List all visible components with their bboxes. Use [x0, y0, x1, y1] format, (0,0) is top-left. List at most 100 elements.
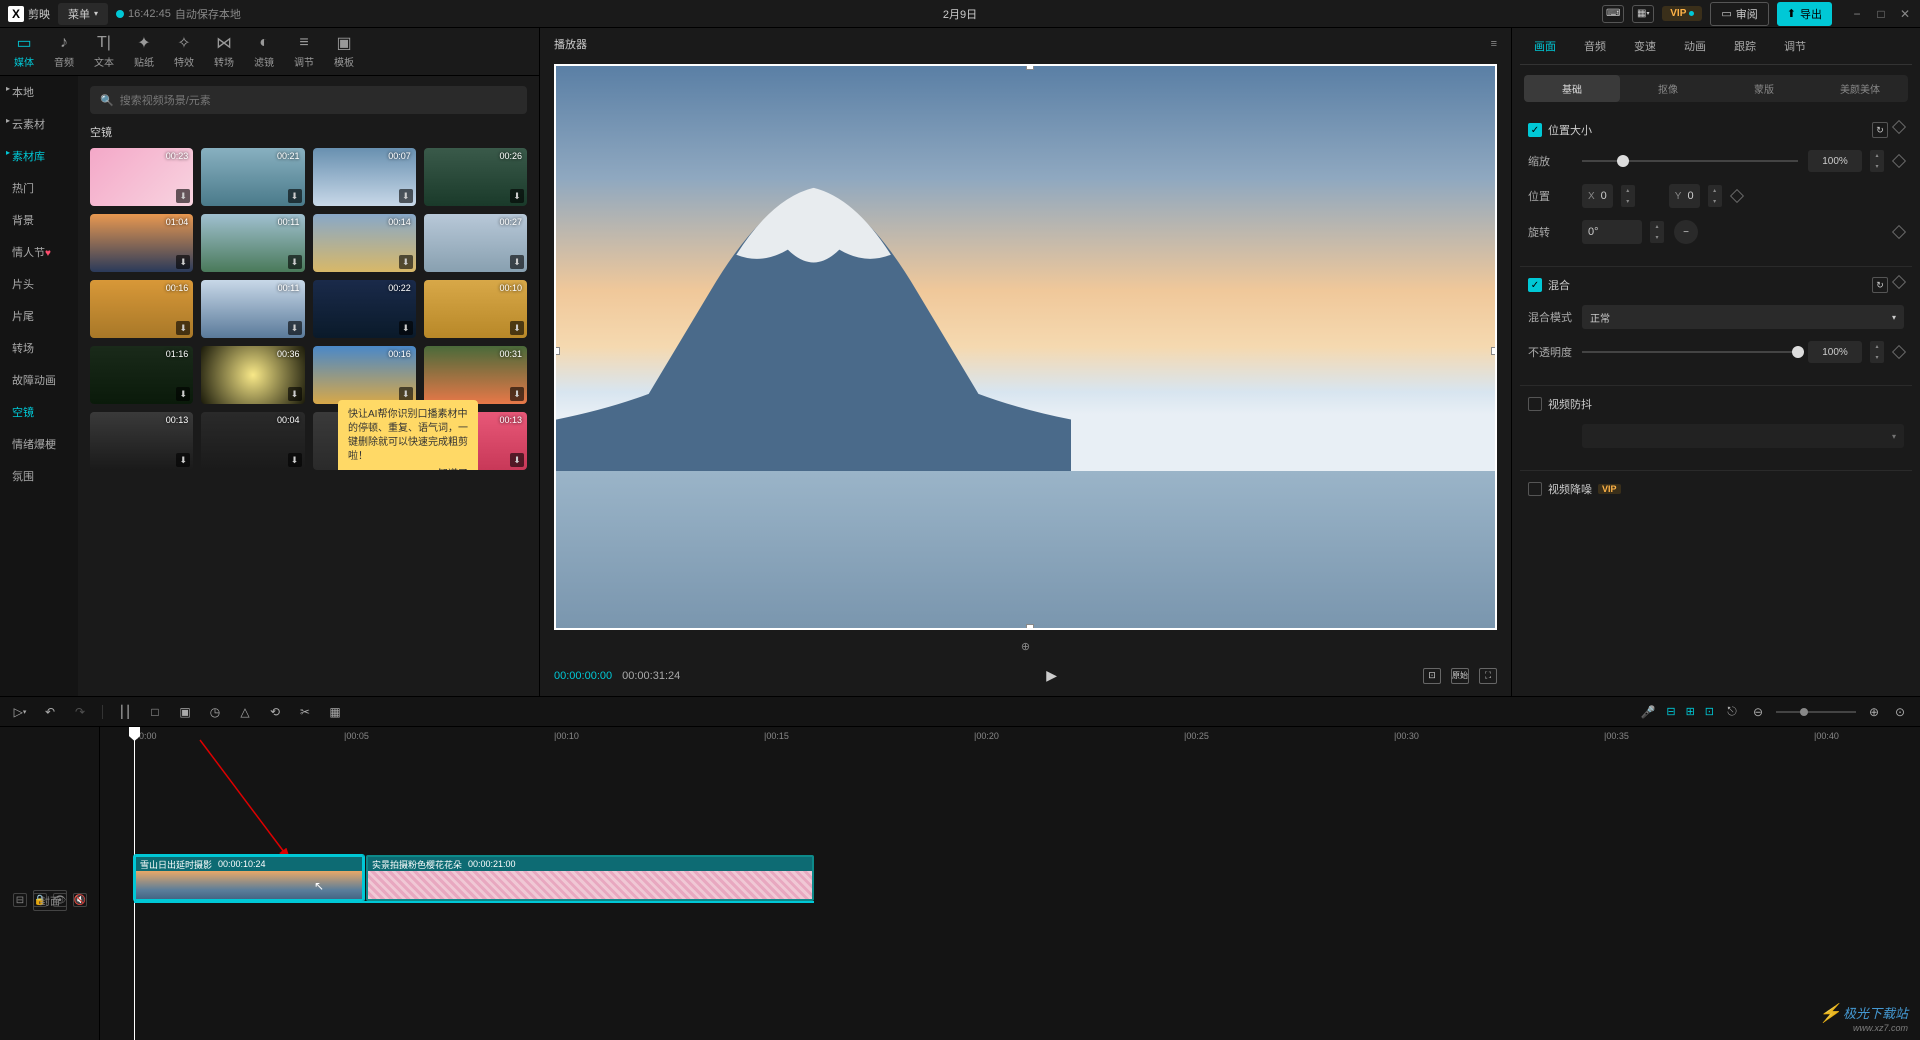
prop-tab-跟踪[interactable]: 跟踪: [1720, 28, 1770, 64]
cover-label[interactable]: 封面: [0, 877, 100, 923]
speed-icon[interactable]: ◷: [207, 704, 223, 720]
minimize-button[interactable]: −: [1850, 7, 1864, 21]
flip-button[interactable]: −: [1674, 220, 1698, 244]
sidebar-item-片尾[interactable]: 片尾: [0, 300, 78, 332]
prop-tab-画面[interactable]: 画面: [1520, 28, 1570, 64]
magnet-icon[interactable]: ⎋: [1724, 704, 1740, 720]
fit-icon[interactable]: ⊙: [1892, 704, 1908, 720]
prop-subtab-基础[interactable]: 基础: [1524, 75, 1620, 102]
thumb-11[interactable]: 00:10⬇: [424, 280, 527, 338]
link-icon-1[interactable]: ⊟: [1666, 705, 1675, 718]
thumb-16[interactable]: 00:13⬇: [90, 412, 193, 470]
sidebar-item-云素材[interactable]: 云素材: [0, 108, 78, 140]
download-icon[interactable]: ⬇: [399, 321, 413, 335]
top-tab-贴纸[interactable]: ✦贴纸: [124, 28, 164, 75]
maximize-button[interactable]: □: [1874, 7, 1888, 21]
thumb-12[interactable]: 01:16⬇: [90, 346, 193, 404]
shortcut-icon[interactable]: ⌨: [1602, 5, 1624, 23]
thumb-14[interactable]: 00:16⬇: [313, 346, 416, 404]
download-icon[interactable]: ⬇: [176, 453, 190, 467]
undo-button[interactable]: ↶: [42, 704, 58, 720]
sidebar-item-情人节[interactable]: 情人节♥: [0, 236, 78, 268]
clip-2[interactable]: 实景拍摄粉色樱花花朵 00:00:21:00: [366, 855, 814, 901]
download-icon[interactable]: ⬇: [176, 255, 190, 269]
keyframe-icon[interactable]: [1892, 120, 1906, 134]
stabilize-select[interactable]: ▾: [1582, 424, 1904, 448]
crop-icon[interactable]: ⊡: [1423, 668, 1441, 684]
sidebar-item-氛围[interactable]: 氛围: [0, 460, 78, 492]
thumb-0[interactable]: 00:23⬇: [90, 148, 193, 206]
delete-icon[interactable]: □: [147, 704, 163, 720]
download-icon[interactable]: ⬇: [288, 387, 302, 401]
download-icon[interactable]: ⬇: [399, 189, 413, 203]
opacity-value[interactable]: 100%: [1808, 341, 1862, 363]
mirror-icon[interactable]: ⟲: [267, 704, 283, 720]
x-input[interactable]: X 0: [1582, 184, 1613, 208]
top-tab-音频[interactable]: ♪音频: [44, 28, 84, 75]
panorama-icon[interactable]: ⊕: [550, 634, 1501, 659]
timeline-tracks[interactable]: 00:00|00:05|00:10|00:15|00:20|00:25|00:3…: [100, 727, 1920, 1040]
player-viewport[interactable]: [554, 64, 1497, 630]
sidebar-item-空镜[interactable]: 空镜: [0, 396, 78, 428]
crop2-icon[interactable]: ✂: [297, 704, 313, 720]
rotation-spinner[interactable]: ▴▾: [1650, 221, 1664, 243]
thumb-1[interactable]: 00:21⬇: [201, 148, 304, 206]
scale-value[interactable]: 100%: [1808, 150, 1862, 172]
fullscreen-icon[interactable]: ⛶: [1479, 668, 1497, 684]
top-tab-调节[interactable]: ≡调节: [284, 28, 324, 75]
keyframe-icon[interactable]: [1892, 154, 1906, 168]
layout-icon[interactable]: ▦▾: [1632, 5, 1654, 23]
opacity-spinner[interactable]: ▴▾: [1870, 341, 1884, 363]
sidebar-item-故障动画[interactable]: 故障动画: [0, 364, 78, 396]
download-icon[interactable]: ⬇: [288, 189, 302, 203]
prop-tab-音频[interactable]: 音频: [1570, 28, 1620, 64]
scale-spinner[interactable]: ▴▾: [1870, 150, 1884, 172]
review-button[interactable]: ▭审阅: [1710, 2, 1768, 26]
blend-mode-select[interactable]: 正常 ▾: [1582, 305, 1904, 329]
prop-tab-调节[interactable]: 调节: [1770, 28, 1820, 64]
select-tool[interactable]: ▷▾: [12, 704, 28, 720]
vip-badge[interactable]: VIP: [1662, 6, 1702, 21]
crop-tool-icon[interactable]: ▣: [177, 704, 193, 720]
sidebar-item-背景[interactable]: 背景: [0, 204, 78, 236]
sidebar-item-片头[interactable]: 片头: [0, 268, 78, 300]
player-menu-icon[interactable]: ≡: [1491, 38, 1497, 50]
position-size-toggle[interactable]: ✓ 位置大小: [1528, 122, 1592, 138]
download-icon[interactable]: ⬇: [176, 321, 190, 335]
link-icon-2[interactable]: ⊞: [1686, 705, 1695, 718]
redo-button[interactable]: ↷: [72, 704, 88, 720]
download-icon[interactable]: ⬇: [510, 321, 524, 335]
prop-tab-变速[interactable]: 变速: [1620, 28, 1670, 64]
keyframe-icon[interactable]: [1730, 189, 1744, 203]
download-icon[interactable]: ⬇: [510, 255, 524, 269]
download-icon[interactable]: ⬇: [176, 387, 190, 401]
ratio-button[interactable]: 原始: [1451, 668, 1469, 684]
clip-1[interactable]: 雪山日出延时摄影 00:00:10:24 ↖: [134, 855, 364, 901]
thumb-10[interactable]: 00:22⬇: [313, 280, 416, 338]
y-input[interactable]: Y 0: [1669, 184, 1700, 208]
y-spinner[interactable]: ▴▾: [1708, 185, 1722, 207]
thumb-3[interactable]: 00:26⬇: [424, 148, 527, 206]
download-icon[interactable]: ⬇: [176, 189, 190, 203]
thumb-13[interactable]: 00:36⬇: [201, 346, 304, 404]
thumb-5[interactable]: 00:11⬇: [201, 214, 304, 272]
reset-icon[interactable]: ↻: [1872, 277, 1888, 293]
tooltip-confirm[interactable]: 知道了: [348, 468, 468, 470]
play-button[interactable]: ▶: [1046, 667, 1057, 684]
download-icon[interactable]: ⬇: [288, 255, 302, 269]
denoise-toggle[interactable]: 视频降噪 VIP: [1528, 481, 1621, 497]
search-input[interactable]: 🔍 搜索视频场景/元素: [90, 86, 527, 114]
x-spinner[interactable]: ▴▾: [1621, 185, 1635, 207]
sidebar-item-本地[interactable]: 本地: [0, 76, 78, 108]
download-icon[interactable]: ⬇: [510, 387, 524, 401]
prop-subtab-蒙版[interactable]: 蒙版: [1716, 75, 1812, 102]
close-button[interactable]: ✕: [1898, 7, 1912, 21]
download-icon[interactable]: ⬇: [510, 189, 524, 203]
keyframe-icon[interactable]: [1892, 275, 1906, 289]
frame-icon[interactable]: ▦: [327, 704, 343, 720]
prop-tab-动画[interactable]: 动画: [1670, 28, 1720, 64]
export-button[interactable]: ⬆导出: [1777, 2, 1832, 26]
rotation-input[interactable]: 0°: [1582, 220, 1642, 244]
zoom-slider[interactable]: [1776, 711, 1856, 713]
top-tab-转场[interactable]: ⋈转场: [204, 28, 244, 75]
